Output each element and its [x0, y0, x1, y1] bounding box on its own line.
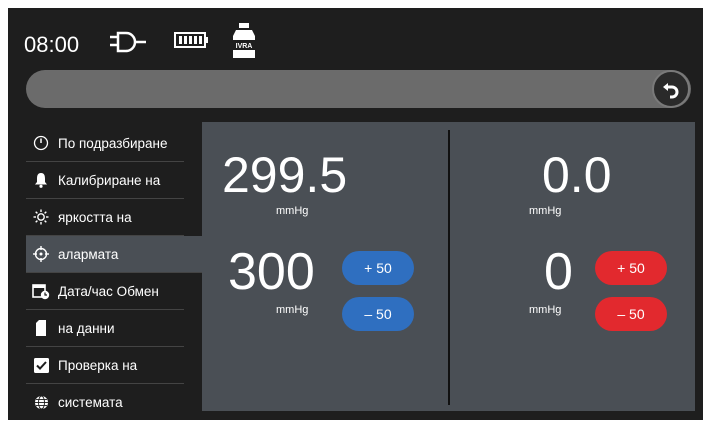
checkbox-icon [30, 357, 52, 373]
menu-item-label: алармата [58, 246, 119, 262]
left-decrease-button[interactable]: – 50 [342, 297, 414, 331]
menu-item-label: Проверка на [58, 357, 138, 373]
gauge-icon [30, 135, 52, 151]
menu-item-datetime[interactable]: Дата/час Обмен [26, 273, 184, 310]
menu-item-label: По подразбиране [58, 135, 168, 151]
device-screen: 08:00 IVRA По подразбиране Калибриране н… [8, 8, 703, 420]
fluid-bottle-icon: IVRA [230, 22, 258, 65]
menu-item-system[interactable]: системата [26, 384, 184, 420]
sd-card-icon [30, 320, 52, 336]
battery-icon [174, 32, 210, 53]
right-decrease-button[interactable]: – 50 [595, 297, 667, 331]
globe-icon [30, 395, 52, 410]
back-button[interactable] [652, 70, 690, 108]
panel-divider [448, 130, 450, 405]
right-measured-unit: mmHg [529, 205, 562, 217]
left-increase-button[interactable]: + 50 [342, 251, 414, 285]
menu-item-label: на данни [58, 320, 115, 336]
alarm-settings-panel: 299.5 mmHg 300 mmHg + 50 – 50 0.0 mmHg 0… [202, 122, 695, 411]
search-bar[interactable] [26, 70, 691, 108]
right-measured-value: 0.0 [542, 147, 612, 203]
crosshair-icon [30, 246, 52, 262]
bell-icon [30, 172, 52, 188]
power-plug-icon [108, 30, 148, 59]
left-measured-value: 299.5 [222, 147, 348, 203]
right-setpoint-value: 0 [544, 243, 573, 301]
menu-item-label: Дата/час Обмен [58, 283, 159, 299]
right-setpoint-unit: mmHg [529, 304, 562, 316]
bottle-label: IVRA [236, 43, 253, 50]
right-increase-button[interactable]: + 50 [595, 251, 667, 285]
calendar-clock-icon [30, 282, 52, 300]
menu-item-data-exchange[interactable]: на данни [26, 310, 184, 347]
menu-item-label: Калибриране на [58, 172, 161, 188]
menu-item-label: яркостта на [58, 209, 132, 225]
menu-item-label: системата [58, 394, 123, 410]
status-bar: 08:00 IVRA [8, 8, 703, 68]
menu-item-calibration[interactable]: Калибриране на [26, 162, 184, 199]
left-setpoint-unit: mmHg [276, 304, 309, 316]
brightness-icon [30, 209, 52, 225]
settings-menu: По подразбиране Калибриране на яркостта … [26, 125, 202, 420]
clock-time: 08:00 [24, 32, 80, 57]
menu-item-system-check[interactable]: Проверка на [26, 347, 184, 384]
left-setpoint-value: 300 [228, 243, 315, 301]
menu-item-brightness[interactable]: яркостта на [26, 199, 184, 236]
left-measured-unit: mmHg [276, 205, 309, 217]
menu-item-default[interactable]: По подразбиране [26, 125, 184, 162]
menu-item-alarm[interactable]: алармата [26, 236, 202, 273]
undo-arrow-icon [663, 83, 679, 99]
